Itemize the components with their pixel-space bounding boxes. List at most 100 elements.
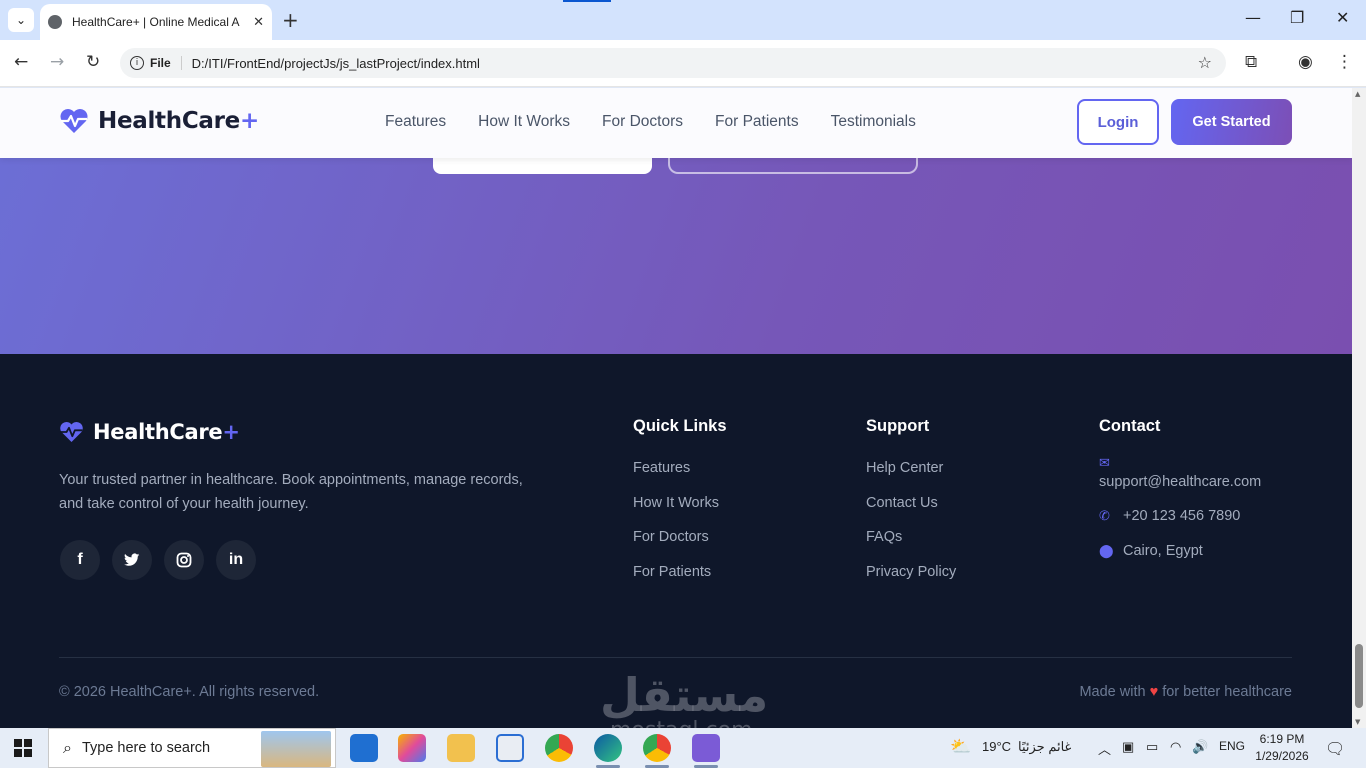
brand-name: HealthCare+ — [98, 108, 259, 134]
scheme-label: File — [150, 56, 182, 70]
windows-start-icon[interactable] — [14, 739, 32, 757]
contact-location-row: ⬤ Cairo, Egypt — [1099, 543, 1299, 559]
scrollbar-thumb[interactable] — [1355, 644, 1363, 708]
footer-link-features[interactable]: Features — [633, 460, 727, 495]
close-window-icon[interactable]: ✕ — [1336, 8, 1349, 27]
made-with-prefix: Made with — [1079, 684, 1146, 700]
new-tab-button[interactable]: + — [282, 8, 299, 32]
phone-icon: ✆ — [1099, 508, 1110, 523]
volume-icon[interactable]: 🔊 — [1192, 739, 1208, 755]
map-pin-icon: ⬤ — [1099, 543, 1114, 558]
nav-for-doctors[interactable]: For Doctors — [602, 113, 683, 131]
browser-tab-active[interactable]: HealthCare+ | Online Medical A ✕ — [40, 4, 272, 40]
footer-brand-plus: + — [222, 420, 240, 444]
contact-email-row: ✉ support@healthcare.com — [1099, 456, 1299, 508]
nav-how-it-works[interactable]: How It Works — [478, 113, 570, 131]
footer-link-faqs[interactable]: FAQs — [866, 529, 956, 564]
input-language[interactable]: ENG — [1219, 739, 1245, 753]
footer-link-how-it-works[interactable]: How It Works — [633, 495, 727, 530]
login-button[interactable]: Login — [1077, 99, 1159, 145]
restore-icon[interactable]: ❐ — [1290, 8, 1304, 27]
footer-link-contact-us[interactable]: Contact Us — [866, 495, 956, 530]
watermark-latin: mostaql.com — [610, 718, 753, 728]
instagram-icon[interactable] — [164, 540, 204, 580]
address-bar[interactable]: i File D:/ITI/FrontEnd/projectJs/js_last… — [120, 48, 1226, 78]
quick-links-heading: Quick Links — [633, 417, 727, 435]
instagram-glyph-icon — [176, 552, 192, 568]
heart-pulse-icon — [60, 109, 88, 133]
search-icon: ⌕ — [63, 738, 72, 757]
site-logo[interactable]: HealthCare+ — [59, 108, 259, 134]
scroll-up-icon[interactable]: ▲ — [1355, 90, 1360, 98]
tab-strip-indicator — [563, 0, 611, 2]
extensions-icon[interactable]: ⧉ — [1245, 52, 1257, 72]
copilot-app-icon[interactable] — [398, 734, 426, 762]
globe-icon — [48, 15, 62, 29]
profile-icon[interactable]: ◉ — [1298, 52, 1313, 72]
nav-features[interactable]: Features — [385, 113, 446, 131]
clock-time: 6:19 PM — [1259, 732, 1305, 746]
twitter-bird-icon — [124, 553, 140, 566]
linkedin-icon[interactable]: in — [216, 540, 256, 580]
contact-location: Cairo, Egypt — [1123, 543, 1203, 559]
social-links: f in — [60, 540, 268, 580]
made-with-text: Made with ♥ for better healthcare — [1079, 684, 1292, 700]
tab-search-dropdown-icon[interactable]: ⌄ — [8, 8, 34, 32]
visual-studio-icon[interactable] — [692, 734, 720, 768]
system-clock[interactable]: 6:19 PM 1/29/2026 — [1250, 731, 1314, 765]
file-explorer-icon[interactable] — [447, 734, 475, 762]
back-arrow-icon[interactable]: ← — [14, 52, 28, 72]
notifications-icon[interactable]: 🗨 — [1325, 739, 1345, 759]
footer-link-for-patients[interactable]: For Patients — [633, 564, 727, 599]
contact-phone[interactable]: +20 123 456 7890 — [1123, 508, 1240, 524]
weather-description[interactable]: غائم جزئيًا — [1018, 739, 1071, 755]
minimize-icon[interactable]: — — [1245, 8, 1261, 27]
chrome-active-window-icon[interactable] — [643, 734, 671, 768]
footer-link-for-doctors[interactable]: For Doctors — [633, 529, 727, 564]
footer-link-privacy-policy[interactable]: Privacy Policy — [866, 564, 956, 599]
battery-icon[interactable]: ▭ — [1146, 739, 1158, 755]
footer-link-help-center[interactable]: Help Center — [866, 460, 956, 495]
chrome-app-icon[interactable] — [545, 734, 573, 762]
twitter-icon[interactable] — [112, 540, 152, 580]
microsoft-store-icon[interactable] — [496, 734, 524, 762]
device-icon[interactable]: ▣ — [1122, 739, 1134, 755]
site-info-icon[interactable]: i — [130, 56, 144, 70]
search-highlight-image — [261, 731, 331, 767]
bookmark-star-icon[interactable]: ☆ — [1198, 53, 1212, 72]
show-hidden-icons-icon[interactable]: ︿ — [1098, 739, 1111, 758]
footer-description: Your trusted partner in healthcare. Book… — [59, 472, 523, 512]
contact-email[interactable]: support@healthcare.com — [1099, 472, 1299, 508]
edge-app-icon[interactable] — [594, 734, 622, 768]
weather-temperature[interactable]: 19°C — [982, 739, 1011, 754]
reload-icon[interactable]: ↻ — [86, 52, 100, 72]
page-scrollbar[interactable]: ▲ ▼ — [1352, 88, 1366, 728]
footer-logo[interactable]: HealthCare+ — [59, 420, 240, 444]
more-menu-icon[interactable]: ⋮ — [1336, 52, 1353, 72]
facebook-icon[interactable]: f — [60, 540, 100, 580]
nav-testimonials[interactable]: Testimonials — [831, 113, 916, 131]
brand-plus: + — [239, 108, 259, 134]
windows-taskbar: ⌕ Type here to search ⛅ 19°C غائم جزئيًا… — [0, 728, 1366, 768]
heart-icon: ♥ — [1149, 684, 1159, 700]
close-tab-icon[interactable]: ✕ — [253, 15, 264, 30]
search-placeholder: Type here to search — [81, 740, 211, 756]
footer-brand-text: HealthCare — [93, 420, 223, 444]
nav-for-patients[interactable]: For Patients — [715, 113, 799, 131]
footer-brand-name: HealthCare+ — [93, 420, 240, 444]
copyright-text: © 2026 HealthCare+. All rights reserved. — [59, 684, 320, 700]
watermark-arabic: مستقل — [600, 668, 769, 722]
weather-icon[interactable]: ⛅ — [950, 737, 971, 757]
browser-tab-strip: ⌄ HealthCare+ | Online Medical A ✕ + — ❐… — [0, 0, 1366, 40]
forward-arrow-icon[interactable]: → — [50, 52, 64, 72]
taskbar-search-box[interactable]: ⌕ Type here to search — [48, 728, 336, 768]
outlook-app-icon[interactable] — [350, 734, 378, 762]
scroll-down-icon[interactable]: ▼ — [1355, 718, 1360, 726]
url-text[interactable]: D:/ITI/FrontEnd/projectJs/js_lastProject… — [192, 56, 480, 71]
contact-heading: Contact — [1099, 417, 1161, 435]
heart-pulse-icon — [60, 422, 83, 442]
wifi-icon[interactable]: ◠ — [1170, 739, 1181, 755]
contact-column: Contact ✉ support@healthcare.com ✆ +20 1… — [1099, 417, 1299, 559]
get-started-button[interactable]: Get Started — [1171, 99, 1292, 145]
page-viewport: HealthCare+ Features How It Works For Do… — [0, 88, 1352, 728]
